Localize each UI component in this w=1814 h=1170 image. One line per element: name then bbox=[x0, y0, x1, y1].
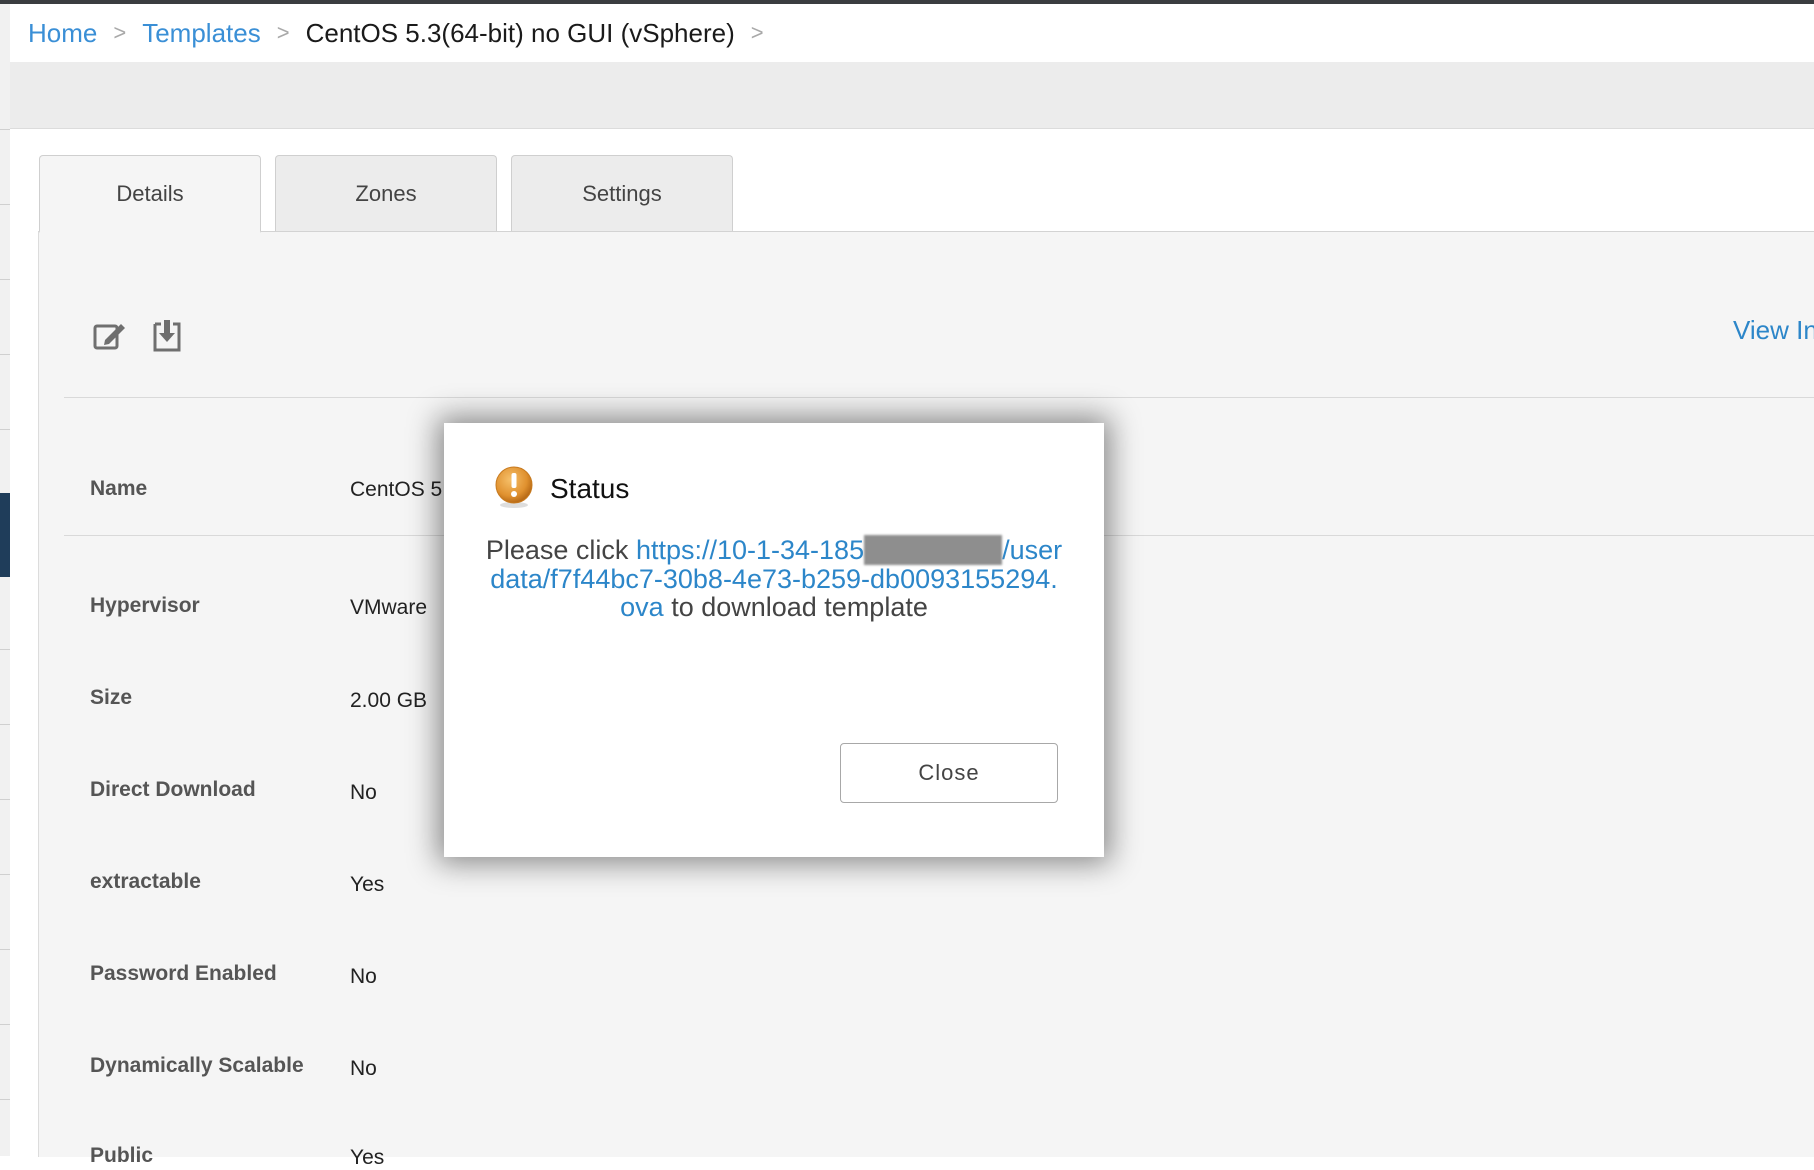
download-icon bbox=[153, 320, 181, 352]
detail-label-public: Public bbox=[90, 1144, 154, 1167]
sidebar-divider bbox=[0, 1024, 10, 1025]
detail-value-public: Yes bbox=[350, 1146, 385, 1169]
detail-label-size: Size bbox=[90, 686, 133, 709]
breadcrumb-templates[interactable]: Templates bbox=[142, 18, 261, 49]
breadcrumb-separator: > bbox=[113, 20, 127, 45]
tab-zones[interactable]: Zones bbox=[275, 155, 497, 231]
detail-value-direct-download: No bbox=[350, 781, 377, 804]
sidebar-active-item[interactable] bbox=[0, 493, 10, 577]
toolbar-divider bbox=[64, 397, 1814, 398]
sidebar-divider bbox=[0, 429, 10, 430]
sidebar-divider bbox=[0, 724, 10, 725]
message-prefix: Please click bbox=[485, 535, 629, 565]
detail-label-hypervisor: Hypervisor bbox=[90, 594, 200, 617]
sidebar-divider bbox=[0, 874, 10, 875]
breadcrumb-separator: > bbox=[276, 20, 290, 45]
detail-value-password-enabled: No bbox=[350, 965, 377, 988]
tab-settings[interactable]: Settings bbox=[511, 155, 733, 231]
download-button[interactable] bbox=[147, 316, 187, 356]
detail-value-dynamically-scalable: No bbox=[350, 1057, 377, 1080]
status-dialog: Status Please click https://10-1-34-185/… bbox=[444, 423, 1104, 857]
edit-button[interactable] bbox=[89, 316, 129, 356]
sidebar-divider bbox=[0, 204, 10, 205]
sidebar-divider bbox=[0, 129, 10, 130]
breadcrumb-current: CentOS 5.3(64-bit) no GUI (vSphere) bbox=[305, 17, 735, 48]
sidebar-divider bbox=[0, 949, 10, 950]
detail-label-name: Name bbox=[90, 477, 148, 500]
sidebar-divider bbox=[0, 799, 10, 800]
detail-label-password-enabled: Password Enabled bbox=[90, 962, 277, 985]
close-button[interactable]: Close bbox=[840, 743, 1058, 803]
tab-label: Zones bbox=[355, 180, 417, 206]
tab-label: Details bbox=[116, 180, 184, 206]
breadcrumb-separator: > bbox=[750, 20, 764, 45]
tab-details[interactable]: Details bbox=[39, 155, 261, 233]
dialog-title: Status bbox=[550, 473, 630, 504]
sidebar-divider bbox=[0, 354, 10, 355]
tab-label: Settings bbox=[582, 180, 662, 206]
breadcrumb-home[interactable]: Home bbox=[28, 18, 97, 49]
warning-icon bbox=[495, 466, 533, 508]
detail-value-hypervisor: VMware bbox=[350, 596, 428, 619]
sidebar-divider bbox=[0, 649, 10, 650]
view-link[interactable]: View In bbox=[1733, 315, 1814, 346]
sidebar-divider bbox=[0, 1099, 10, 1100]
detail-label-direct-download: Direct Download bbox=[90, 778, 256, 801]
download-link-host: https://10-1-34-185 bbox=[635, 535, 865, 565]
edit-icon bbox=[93, 324, 125, 350]
redacted-region bbox=[864, 535, 1003, 565]
detail-label-extractable: extractable bbox=[90, 870, 201, 893]
sidebar-divider bbox=[0, 279, 10, 280]
message-suffix: to download template bbox=[671, 592, 928, 622]
detail-value-extractable: Yes bbox=[350, 873, 385, 896]
detail-label-dynamically-scalable: Dynamically Scalable bbox=[90, 1054, 304, 1077]
toolbar-band bbox=[10, 62, 1814, 129]
breadcrumb: Home > Templates > CentOS 5.3(64-bit) no… bbox=[10, 4, 1814, 62]
dialog-message: Please click https://10-1-34-185/userdat… bbox=[484, 535, 1064, 621]
detail-value-name: CentOS 5 bbox=[350, 478, 443, 501]
detail-value-size: 2.00 GB bbox=[350, 689, 428, 712]
